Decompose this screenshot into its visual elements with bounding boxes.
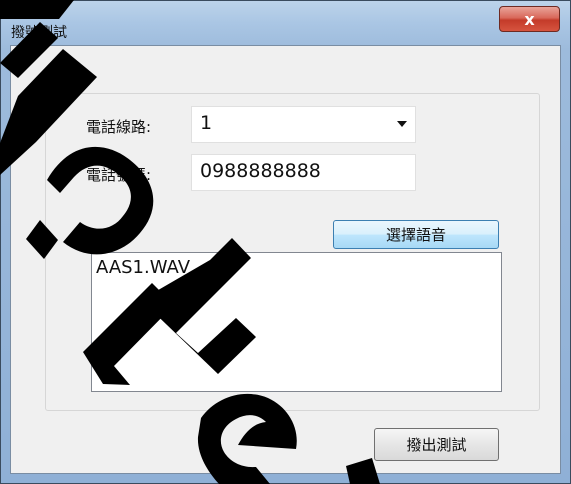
line-select[interactable]: 1 <box>191 106 416 143</box>
phone-label: 電話號碼: <box>86 166 152 184</box>
line-label: 電話線路: <box>86 118 152 136</box>
line-select-value: 1 <box>200 112 213 134</box>
list-item[interactable]: AAS1.WAV <box>96 257 190 278</box>
phone-number-input[interactable]: 0988888888 <box>191 154 416 191</box>
dialog-client-area: 電話線路: 1 電話號碼: 0988888888 語音 選擇語音 AAS1.WA… <box>10 45 561 474</box>
voice-file-list[interactable]: AAS1.WAV <box>91 252 502 392</box>
phone-number-value: 0988888888 <box>200 160 321 182</box>
select-voice-button[interactable]: 選擇語音 <box>333 220 499 249</box>
close-icon: x <box>524 9 535 29</box>
dial-test-button[interactable]: 撥出測試 <box>374 428 499 461</box>
title-bar[interactable]: 撥號測試 x <box>1 1 570 45</box>
voice-label: 語音 <box>86 231 117 249</box>
window-title: 撥號測試 <box>11 25 67 41</box>
close-button[interactable]: x <box>499 6 560 32</box>
dialog-window: 撥號測試 x 電話線路: 1 電話號碼: 0988888888 語音 選擇語音 … <box>0 0 571 484</box>
chevron-down-icon[interactable] <box>397 121 407 127</box>
